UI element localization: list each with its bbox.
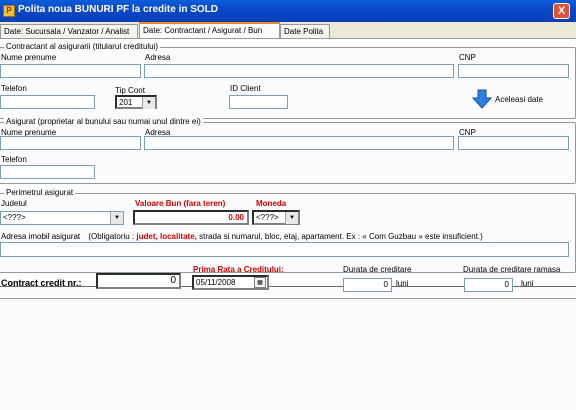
adresa-hint-prefix: (Obligatoriu : [88,232,137,241]
arrow-down-icon [471,89,493,109]
contractant-adresa-input[interactable] [144,64,454,78]
contractant-adresa-label: Adresa [145,53,171,62]
perimetru-legend: Perimetrul asigurat [4,188,76,197]
contractant-cnp-label: CNP [459,53,476,62]
durata-ramasa-label: Durata de creditare ramasa [463,265,561,274]
adresa-hint-bold: judet, localitate, [136,232,197,241]
chevron-down-icon[interactable]: ▼ [285,212,298,224]
contractant-nume-label: Nume prenume [1,53,57,62]
window-title: Polita noua BUNURI PF la credite in SOLD [18,4,219,15]
judet-value: <???> [3,213,26,222]
prima-rata-date-input[interactable]: 05/11/2008 ▦ [192,275,269,290]
adresa-hint-suffix: strada si numarul, bloc, etaj, apartamen… [196,232,483,241]
tip-cont-select[interactable]: 201 ▼ [115,95,157,109]
app-icon: P [3,5,15,17]
durata-ramasa-unit: luni [521,279,534,288]
aceleasi-date-label[interactable]: Aceleasi date [495,95,543,104]
contractant-cnp-input[interactable] [458,64,569,78]
aceleasi-date-button[interactable] [471,89,493,109]
tab-contractant[interactable]: Date: Contractant / Asigurat / Bun [139,22,280,38]
adresa-imobil-label: Adresa imobil asigurat (Obligatoriu : ju… [1,232,483,241]
durata-ramasa-input[interactable]: 0 [464,278,513,292]
tab-panel: Contractant al asigurarii (titularul cre… [0,38,576,287]
asigurat-adresa-input[interactable] [144,136,454,150]
contract-credit-input[interactable]: 0 [96,273,181,289]
asigurat-telefon-label: Telefon [1,155,27,164]
tip-cont-value: 201 [119,98,133,107]
adresa-imobil-input[interactable] [0,242,569,257]
close-button[interactable]: X [553,3,570,19]
asigurat-cnp-input[interactable] [458,136,569,150]
valoare-bun-label: Valoare Bun (fara teren) [135,199,226,208]
tab-sucursala[interactable]: Date: Sucursala / Vanzator / Analist [0,24,138,38]
moneda-select[interactable]: <???> ▼ [252,210,300,225]
valoare-bun-input[interactable]: 0.00 [133,210,249,225]
durata-creditare-unit: luni [396,279,409,288]
id-client-input[interactable] [229,95,288,109]
prima-rata-label: Prima Rata a Creditului: [193,265,284,274]
moneda-value: <???> [256,213,279,222]
title-bar: P Polita noua BUNURI PF la credite in SO… [0,0,576,22]
id-client-label: ID Client [230,84,261,93]
asigurat-legend: Asigurat (proprietar al bunului sau numa… [4,117,203,126]
contractant-telefon-input[interactable] [0,95,95,109]
bottom-divider [0,298,576,299]
adresa-imobil-text: Adresa imobil asigurat [1,232,81,241]
prima-rata-value: 05/11/2008 [196,278,236,287]
judet-select[interactable]: <???> ▼ [0,211,124,225]
tab-date-polita[interactable]: Date Polita [280,24,330,38]
contractant-nume-input[interactable] [0,64,141,78]
asigurat-nume-input[interactable] [0,136,141,150]
chevron-down-icon[interactable]: ▼ [142,97,155,109]
chevron-down-icon[interactable]: ▼ [110,212,123,224]
contractant-telefon-label: Telefon [1,84,27,93]
calendar-icon[interactable]: ▦ [254,277,266,288]
contract-credit-label: Contract credit nr.: [1,278,82,288]
tip-cont-label: Tip Cont [115,86,145,95]
durata-creditare-label: Durata de creditare [343,265,412,274]
credit-section: Contract credit nr.: 0 Prima Rata a Cred… [0,265,576,410]
contractant-legend: Contractant al asigurarii (titularul cre… [4,42,161,51]
asigurat-telefon-input[interactable] [0,165,95,179]
judet-label: Judetul [1,199,27,208]
window: P Polita noua BUNURI PF la credite in SO… [0,0,576,410]
durata-creditare-input[interactable]: 0 [343,278,392,292]
moneda-label: Moneda [256,199,287,208]
